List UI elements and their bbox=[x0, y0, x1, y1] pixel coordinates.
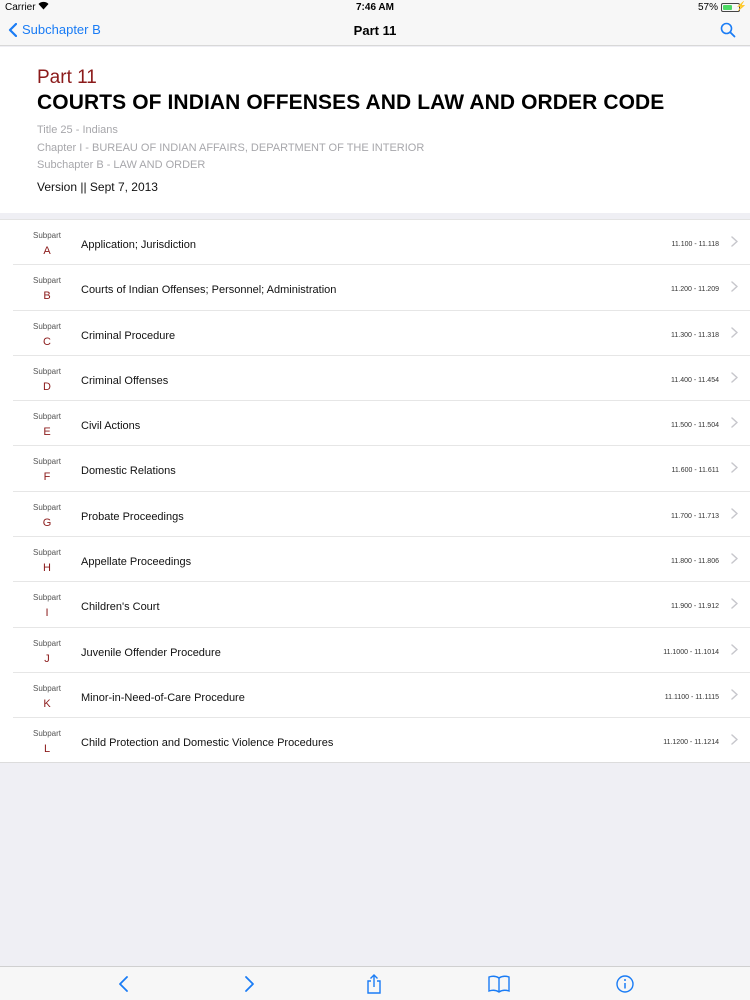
nav-title: Part 11 bbox=[353, 23, 397, 38]
subpart-title: Domestic Relations bbox=[81, 465, 176, 478]
subpart-label: Subpart bbox=[32, 683, 62, 693]
search-icon[interactable] bbox=[720, 22, 736, 38]
battery-fill bbox=[723, 5, 732, 10]
subpart-title: Children's Court bbox=[81, 601, 160, 614]
subchapter-line: Subchapter B - LAW AND ORDER bbox=[37, 159, 206, 171]
subpart-row[interactable]: Subpart I Children's Court 11.900 - 11.912 bbox=[0, 582, 750, 628]
chevron-right-icon bbox=[731, 417, 738, 428]
part-header: Part 11 COURTS OF INDIAN OFFENSES AND LA… bbox=[0, 47, 750, 213]
subpart-title: Appellate Proceedings bbox=[81, 556, 192, 569]
subpart-title: Application; Jurisdiction bbox=[81, 239, 196, 251]
part-number: Part 11 bbox=[37, 67, 97, 88]
subpart-letter: L bbox=[43, 743, 51, 756]
subpart-label: Subpart bbox=[32, 729, 62, 739]
subpart-title: Criminal Offenses bbox=[81, 374, 169, 387]
charging-icon: ⚡ bbox=[735, 1, 747, 11]
subpart-label: Subpart bbox=[32, 457, 62, 467]
section-range: 11.800 - 11.806 bbox=[670, 558, 719, 566]
subpart-letter: E bbox=[43, 426, 51, 439]
subpart-letter: J bbox=[44, 652, 50, 665]
subpart-row[interactable]: Subpart D Criminal Offenses 11.400 - 11.454 bbox=[0, 356, 750, 402]
section-range: 11.200 - 11.209 bbox=[670, 286, 719, 294]
subpart-letter: G bbox=[42, 516, 52, 529]
chevron-right-icon bbox=[731, 236, 738, 247]
subpart-row[interactable]: Subpart C Criminal Procedure 11.300 - 11.31… bbox=[0, 311, 750, 357]
subpart-row[interactable]: Subpart L Child Protection and Domestic Vi… bbox=[0, 718, 750, 763]
chevron-right-icon bbox=[731, 734, 738, 746]
subpart-letter: D bbox=[43, 380, 51, 393]
subpart-row[interactable]: Subpart H Appellate Proceedings 11.800 - 11… bbox=[0, 537, 750, 583]
section-range: 11.900 - 11.912 bbox=[670, 603, 719, 611]
section-range: 11.1100 - 11.1115 bbox=[664, 693, 719, 701]
title-line: Title 25 - Indians bbox=[37, 124, 118, 136]
subpart-letter: I bbox=[45, 607, 49, 620]
subpart-letter: H bbox=[43, 562, 51, 575]
back-arrow-icon[interactable] bbox=[114, 974, 134, 994]
status-bar: Carrier 7:46 AM 57% ⚡ bbox=[0, 0, 750, 16]
version-label: Version || Sept 7, 2013 bbox=[37, 180, 158, 194]
subpart-title: Probate Proceedings bbox=[81, 510, 184, 523]
chevron-right-icon bbox=[731, 281, 738, 293]
back-button[interactable]: Subchapter B bbox=[8, 22, 101, 37]
subpart-row[interactable]: Subpart J Juvenile Offender Procedure 11.10… bbox=[0, 628, 750, 674]
chevron-right-icon bbox=[731, 372, 738, 383]
subpart-label: Subpart bbox=[32, 366, 62, 376]
subpart-title: Child Protection and Domestic Violence P… bbox=[81, 737, 334, 750]
section-range: 11.1000 - 11.1014 bbox=[663, 648, 719, 656]
section-range: 11.100 - 11.118 bbox=[671, 241, 719, 248]
section-range: 11.300 - 11.318 bbox=[670, 331, 719, 339]
forward-arrow-icon[interactable] bbox=[239, 974, 259, 994]
battery-percentage: 57% bbox=[697, 2, 718, 13]
share-icon[interactable] bbox=[364, 974, 384, 994]
back-button-label: Subchapter B bbox=[22, 22, 101, 37]
chevron-right-icon bbox=[731, 598, 738, 610]
book-icon[interactable] bbox=[488, 974, 510, 994]
subpart-label: Subpart bbox=[32, 502, 62, 512]
chevron-right-icon bbox=[731, 689, 738, 700]
subpart-letter: F bbox=[43, 471, 51, 484]
subpart-letter: B bbox=[43, 290, 51, 303]
subpart-row[interactable]: Subpart G Probate Proceedings 11.700 - 11.7… bbox=[0, 492, 750, 538]
subpart-label: Subpart bbox=[32, 412, 62, 422]
subpart-label: Subpart bbox=[32, 321, 62, 331]
subpart-label: Subpart bbox=[32, 593, 62, 603]
chevron-right-icon bbox=[731, 553, 738, 564]
subpart-list: Subpart A Application; Jurisdiction 11.100 … bbox=[0, 219, 750, 763]
section-range: 11.1200 - 11.1214 bbox=[663, 739, 719, 747]
subpart-row[interactable]: Subpart F Domestic Relations 11.600 - 11.61… bbox=[0, 446, 750, 493]
subpart-title: Civil Actions bbox=[81, 420, 141, 433]
subpart-row[interactable]: Subpart B Courts of Indian Offenses; Perso… bbox=[0, 265, 750, 311]
subpart-title: Criminal Procedure bbox=[81, 329, 176, 342]
subpart-label: Subpart bbox=[32, 276, 62, 286]
info-icon[interactable] bbox=[615, 974, 635, 994]
subpart-label: Subpart bbox=[32, 638, 62, 648]
subpart-label: Subpart bbox=[32, 231, 62, 240]
status-time: 7:46 AM bbox=[356, 2, 394, 13]
chevron-right-icon bbox=[731, 508, 738, 519]
section-range: 11.400 - 11.454 bbox=[670, 376, 719, 384]
chevron-right-icon bbox=[731, 643, 738, 655]
bottom-toolbar bbox=[0, 966, 750, 1000]
section-range: 11.700 - 11.713 bbox=[670, 512, 719, 520]
subpart-title: Minor-in-Need-of-Care Procedure bbox=[81, 691, 245, 704]
chevron-right-icon bbox=[731, 326, 738, 338]
subpart-title: Courts of Indian Offenses; Personnel; Ad… bbox=[81, 284, 337, 297]
chevron-right-icon bbox=[731, 462, 738, 474]
subpart-title: Juvenile Offender Procedure bbox=[81, 646, 221, 659]
subpart-letter: C bbox=[43, 335, 51, 348]
subpart-row[interactable]: Subpart A Application; Jurisdiction 11.100 … bbox=[0, 220, 750, 266]
section-range: 11.600 - 11.611 bbox=[671, 467, 719, 475]
part-title: COURTS OF INDIAN OFFENSES AND LAW AND OR… bbox=[37, 91, 665, 114]
subpart-row[interactable]: Subpart E Civil Actions 11.500 - 11.504 bbox=[0, 401, 750, 447]
section-range: 11.500 - 11.504 bbox=[670, 422, 719, 430]
subpart-letter: K bbox=[43, 697, 51, 710]
subpart-label: Subpart bbox=[32, 548, 62, 558]
subpart-row[interactable]: Subpart K Minor-in-Need-of-Care Procedure 1… bbox=[0, 673, 750, 719]
chapter-line: Chapter I - BUREAU OF INDIAN AFFAIRS, DE… bbox=[37, 142, 425, 154]
subpart-letter: A bbox=[43, 245, 51, 257]
navigation-bar: Subchapter B Part 11 bbox=[0, 16, 750, 46]
chevron-left-icon bbox=[8, 22, 17, 37]
